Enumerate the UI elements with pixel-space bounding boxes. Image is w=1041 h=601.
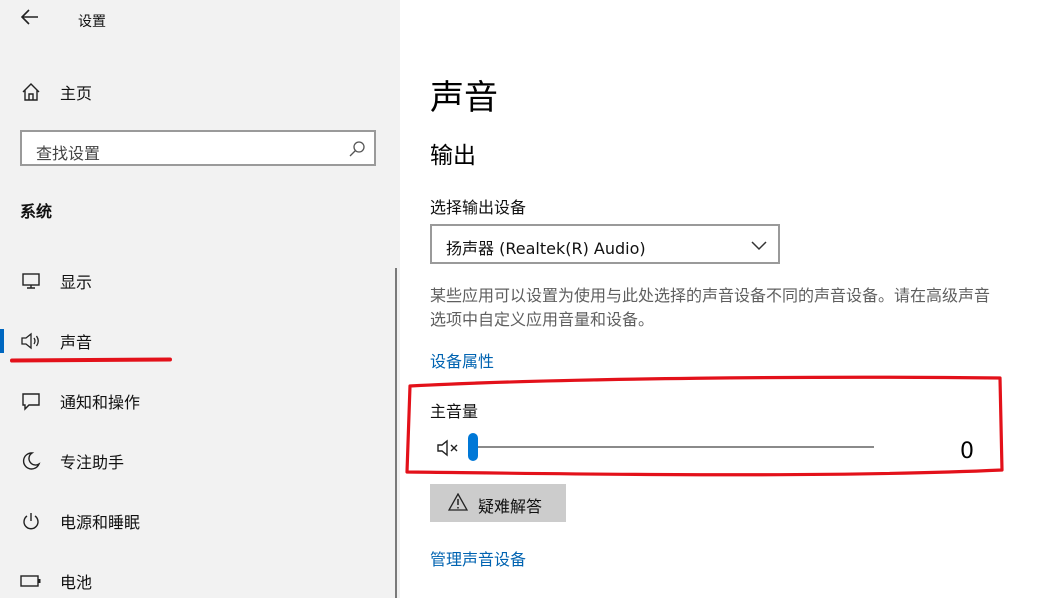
monitor-icon (20, 270, 42, 292)
output-device-dropdown[interactable]: 扬声器 (Realtek(R) Audio) (430, 224, 780, 264)
output-description: 某些应用可以设置为使用与此处选择的声音设备不同的声音设备。请在高级声音选项中自定… (430, 286, 991, 329)
home-icon (20, 81, 42, 103)
sidebar-item-label: 电池 (60, 573, 93, 592)
volume-slider-thumb[interactable] (468, 433, 478, 461)
search-icon[interactable] (348, 140, 366, 158)
speaker-icon (20, 330, 42, 352)
sidebar-item-label: 专注助手 (60, 453, 125, 472)
moon-icon (20, 450, 42, 472)
sidebar-item-battery[interactable]: 电池 (0, 561, 396, 601)
master-volume-label: 主音量 (430, 402, 479, 421)
sidebar-item-label: 声音 (60, 333, 93, 352)
output-heading: 输出 (430, 143, 476, 169)
section-title: 系统 (20, 202, 53, 221)
notification-icon (20, 390, 42, 412)
sidebar-item-label: 显示 (60, 273, 93, 292)
annotation-box (405, 375, 1004, 477)
troubleshoot-label: 疑难解答 (478, 497, 543, 516)
sidebar-item-display[interactable]: 显示 (0, 261, 396, 301)
annotation-underline (9, 357, 173, 363)
sidebar-item-notifications[interactable]: 通知和操作 (0, 381, 396, 421)
sidebar-item-label: 电源和睡眠 (60, 513, 141, 532)
sidebar-item-sound[interactable]: 声音 (0, 321, 396, 361)
muted-speaker-icon[interactable] (436, 437, 460, 459)
sidebar-item-power-sleep[interactable]: 电源和睡眠 (0, 501, 396, 541)
search-input[interactable]: 查找设置 (20, 130, 376, 166)
search-placeholder: 查找设置 (36, 144, 101, 163)
back-arrow-icon[interactable] (18, 8, 42, 32)
page-title: 声音 (430, 78, 498, 118)
sidebar-item-focus-assist[interactable]: 专注助手 (0, 441, 396, 481)
volume-value: 0 (960, 439, 974, 464)
output-device-value: 扬声器 (Realtek(R) Audio) (446, 239, 646, 258)
sidebar-item-home[interactable]: 主页 (0, 74, 396, 110)
output-device-label: 选择输出设备 (430, 198, 527, 217)
device-properties-link[interactable]: 设备属性 (430, 348, 494, 372)
power-icon (20, 510, 42, 532)
chevron-down-icon (750, 237, 768, 251)
sidebar-scrollbar[interactable] (395, 268, 397, 598)
warning-icon (447, 492, 469, 511)
volume-slider-track[interactable] (474, 446, 874, 448)
sidebar: 设置 主页 查找设置 系统 显示 声音 通知和操作 专注助手 电源和睡眠 电池 (0, 0, 400, 598)
sidebar-item-label: 主页 (60, 84, 93, 103)
sidebar-item-label: 通知和操作 (60, 393, 141, 412)
manage-sound-devices-link[interactable]: 管理声音设备 (430, 546, 526, 570)
battery-icon (20, 570, 42, 592)
app-title: 设置 (78, 14, 106, 30)
troubleshoot-button[interactable]: 疑难解答 (430, 484, 566, 522)
